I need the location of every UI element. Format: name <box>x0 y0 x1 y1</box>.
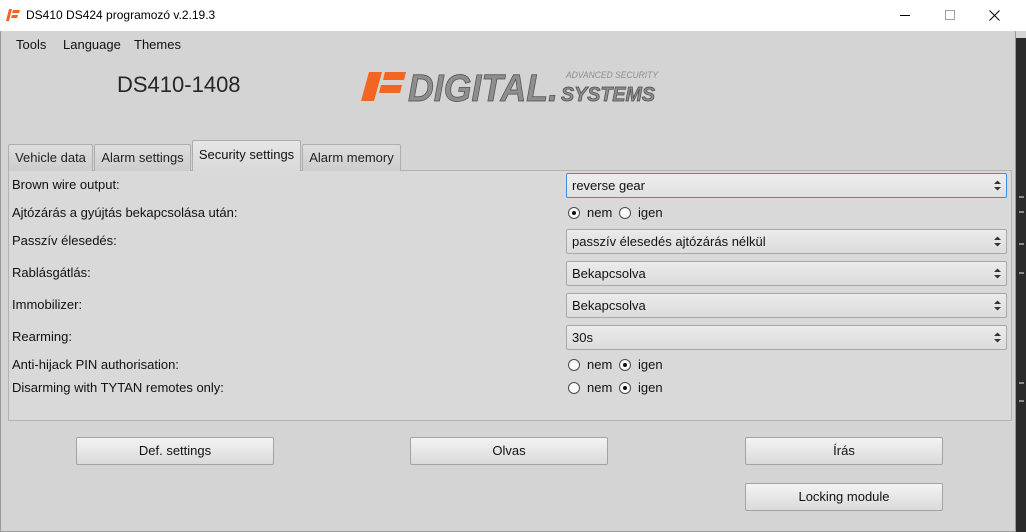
logo-tagline: ADVANCED SECURITY <box>565 70 658 81</box>
passive-arming-label: Passzív élesedés: <box>12 233 117 248</box>
write-button[interactable]: Írás <box>745 437 943 465</box>
select-value: 30s <box>572 330 593 345</box>
close-icon <box>989 9 1000 21</box>
tab-alarm-settings[interactable]: Alarm settings <box>94 144 191 171</box>
background-detail <box>1019 211 1024 213</box>
minimize-button[interactable] <box>882 0 927 30</box>
app-logo-icon[interactable] <box>5 9 21 21</box>
tab-alarm-memory[interactable]: Alarm memory <box>302 144 401 171</box>
door-lock-option-nem[interactable]: nem <box>568 205 612 221</box>
brown-wire-output-select[interactable]: reverse gear <box>566 173 1007 198</box>
menu-tools[interactable]: Tools <box>16 37 46 53</box>
radio-button[interactable] <box>619 359 631 371</box>
digital-systems-logo: DIGITAL. ADVANCED SECURITY SYSTEMS <box>361 68 659 105</box>
menu-themes[interactable]: Themes <box>134 37 181 53</box>
logo-mark-bar <box>361 72 382 101</box>
read-button[interactable]: Olvas <box>410 437 608 465</box>
immobilizer-label: Immobilizer: <box>12 297 83 312</box>
up-down-arrows-icon <box>994 332 1001 343</box>
menu-language[interactable]: Language <box>63 37 121 53</box>
anti-hijack-option-igen[interactable]: igen <box>619 357 663 373</box>
up-down-arrows-icon <box>994 300 1001 311</box>
background-detail <box>1019 382 1024 384</box>
anti-hijack-pin-label: Anti-hijack PIN authorisation: <box>12 357 179 372</box>
radio-label: igen <box>638 205 663 220</box>
background-detail <box>1019 243 1024 245</box>
background-window-edge <box>1016 38 1026 532</box>
default-settings-button[interactable]: Def. settings <box>76 437 274 465</box>
device-name: DS410-1408 <box>117 72 241 97</box>
radio-button[interactable] <box>619 207 631 219</box>
tab-security-settings[interactable]: Security settings <box>192 140 301 171</box>
brown-wire-output-label: Brown wire output: <box>12 177 120 192</box>
select-value: Bekapcsolva <box>572 266 646 281</box>
logo-mark-bar <box>383 72 406 80</box>
select-value: reverse gear <box>572 178 645 193</box>
minimize-icon <box>899 15 910 16</box>
rearming-select[interactable]: 30s <box>566 325 1007 350</box>
radio-button[interactable] <box>568 382 580 394</box>
tab-label: Security settings <box>198 147 295 162</box>
radio-label: igen <box>638 380 663 395</box>
background-detail <box>1019 196 1024 198</box>
locking-module-button[interactable]: Locking module <box>745 483 943 511</box>
tab-label: Alarm memory <box>309 150 394 165</box>
passive-arming-select[interactable]: passzív élesedés ajtózárás nélkül <box>566 229 1007 254</box>
door-lock-after-ignition-label: Ajtózárás a gyújtás bekapcsolása után: <box>12 205 238 220</box>
title-bar: DS410 DS424 programozó v.2.19.3 <box>0 0 1026 31</box>
logo-mark-bar <box>379 85 402 93</box>
tab-vehicle-data[interactable]: Vehicle data <box>8 144 93 171</box>
radio-button[interactable] <box>619 382 631 394</box>
maximize-button[interactable] <box>927 0 972 30</box>
radio-label: igen <box>638 357 663 372</box>
up-down-arrows-icon <box>994 236 1001 247</box>
tytan-disarming-label: Disarming with TYTAN remotes only: <box>12 380 224 395</box>
background-detail <box>1019 272 1024 274</box>
tab-label: Vehicle data <box>15 150 86 165</box>
tab-label: Alarm settings <box>101 150 184 165</box>
radio-label: nem <box>587 357 613 372</box>
radio-label: nem <box>587 205 613 220</box>
door-lock-option-igen[interactable]: igen <box>619 205 663 221</box>
anti-robbery-select[interactable]: Bekapcsolva <box>566 261 1007 286</box>
rearming-label: Rearming: <box>12 329 72 344</box>
select-value: Bekapcsolva <box>572 298 646 313</box>
radio-button[interactable] <box>568 359 580 371</box>
up-down-arrows-icon <box>994 180 1001 191</box>
anti-robbery-label: Rablásgátlás: <box>12 265 91 280</box>
select-value: passzív élesedés ajtózárás nélkül <box>572 234 766 249</box>
background-detail <box>1019 400 1024 402</box>
tytan-option-nem[interactable]: nem <box>568 380 612 396</box>
logo-wordmark: DIGITAL. <box>408 68 558 105</box>
close-button[interactable] <box>972 0 1017 30</box>
logo-subword: SYSTEMS <box>561 84 656 105</box>
window-title: DS410 DS424 programozó v.2.19.3 <box>26 8 216 22</box>
up-down-arrows-icon <box>994 268 1001 279</box>
immobilizer-select[interactable]: Bekapcsolva <box>566 293 1007 318</box>
radio-label: nem <box>587 380 613 395</box>
tytan-option-igen[interactable]: igen <box>619 380 663 396</box>
maximize-icon <box>944 10 955 20</box>
radio-button[interactable] <box>568 207 580 219</box>
anti-hijack-option-nem[interactable]: nem <box>568 357 612 373</box>
